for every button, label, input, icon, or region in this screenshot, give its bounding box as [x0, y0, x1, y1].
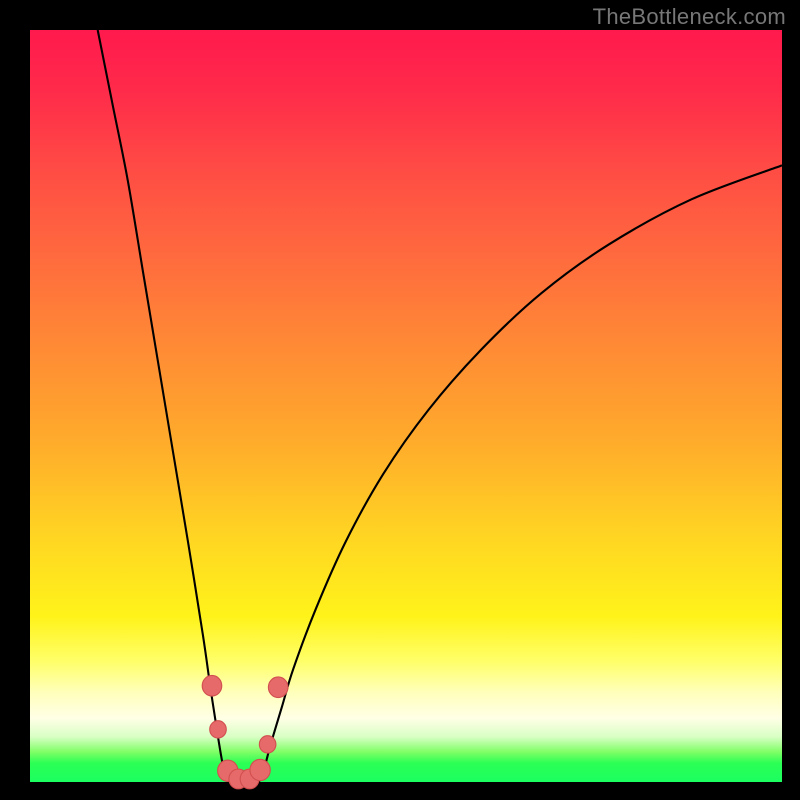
- watermark-text: TheBottleneck.com: [593, 4, 786, 30]
- chart-frame: TheBottleneck.com: [0, 0, 800, 800]
- curve-layer: [30, 30, 782, 782]
- curve-marker: [210, 721, 227, 738]
- plot-area: [30, 30, 782, 782]
- curve-marker: [268, 677, 288, 698]
- curve-marker: [202, 675, 222, 696]
- curve-marker: [259, 736, 276, 753]
- bottleneck-curve: [98, 30, 782, 782]
- curve-marker: [250, 759, 270, 780]
